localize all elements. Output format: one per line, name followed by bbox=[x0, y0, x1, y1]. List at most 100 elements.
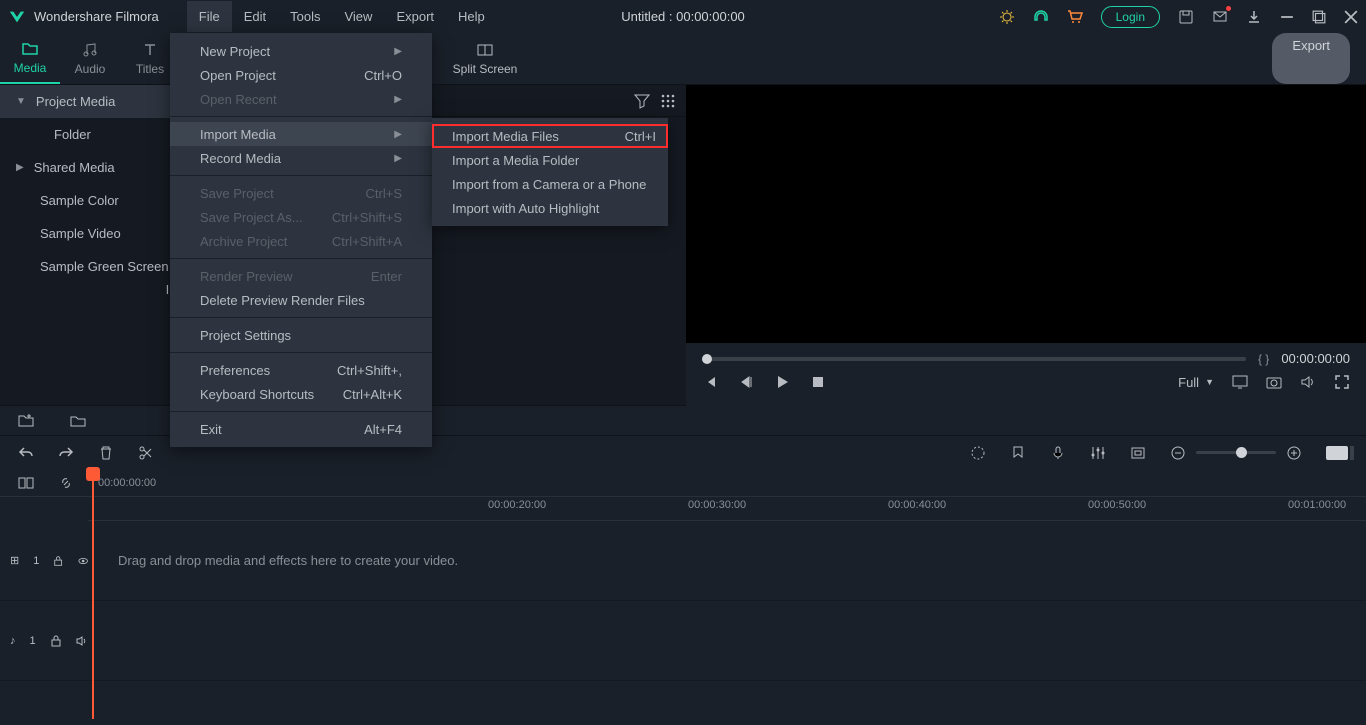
redo-button[interactable] bbox=[58, 445, 74, 461]
menu-delete-render-files[interactable]: Delete Preview Render Files bbox=[170, 288, 432, 312]
quality-label: Full bbox=[1178, 375, 1199, 390]
fullscreen-icon[interactable] bbox=[1334, 374, 1350, 390]
add-folder-icon[interactable] bbox=[18, 413, 34, 429]
close-button[interactable] bbox=[1344, 10, 1358, 24]
chevron-right-icon: ▶ bbox=[16, 162, 24, 173]
menu-save-project-as[interactable]: Save Project As...Ctrl+Shift+S bbox=[170, 205, 432, 229]
zoom-in-button[interactable] bbox=[1286, 445, 1302, 461]
menu-separator bbox=[170, 175, 432, 176]
play-button[interactable] bbox=[774, 374, 790, 390]
timeline-ruler[interactable]: 00:00:20:00 00:00:30:00 00:00:40:00 00:0… bbox=[88, 497, 1366, 521]
menu-edit[interactable]: Edit bbox=[232, 1, 278, 32]
submenu-arrow-icon: ▶ bbox=[394, 129, 402, 140]
scrub-slider[interactable] bbox=[702, 357, 1246, 361]
mute-icon[interactable] bbox=[76, 633, 88, 649]
zoom-out-button[interactable] bbox=[1170, 445, 1186, 461]
zoom-slider[interactable] bbox=[1196, 451, 1276, 454]
undo-button[interactable] bbox=[18, 445, 34, 461]
menu-export[interactable]: Export bbox=[384, 1, 446, 32]
submenu-arrow-icon: ▶ bbox=[394, 46, 402, 57]
menu-record-media[interactable]: Record Media▶ bbox=[170, 146, 432, 170]
tab-label: Titles bbox=[136, 62, 164, 76]
menu-archive-project[interactable]: Archive ProjectCtrl+Shift+A bbox=[170, 229, 432, 253]
filter-icon[interactable] bbox=[634, 93, 650, 109]
voiceover-icon[interactable] bbox=[1050, 445, 1066, 461]
login-button[interactable]: Login bbox=[1101, 6, 1160, 28]
track-body[interactable]: Drag and drop media and effects here to … bbox=[88, 521, 1366, 600]
tab-split-screen[interactable]: Split Screen bbox=[440, 33, 530, 84]
mixer-icon[interactable] bbox=[1090, 445, 1106, 461]
menu-separator bbox=[170, 116, 432, 117]
ruler-mark: 00:00:50:00 bbox=[1088, 499, 1146, 511]
download-icon[interactable] bbox=[1246, 9, 1262, 25]
sidebar-sample-video[interactable]: Sample Video bbox=[0, 217, 174, 250]
menu-file[interactable]: File bbox=[187, 1, 232, 32]
link-icon[interactable] bbox=[58, 475, 74, 491]
minimize-button[interactable] bbox=[1280, 10, 1294, 24]
match-frame-icon[interactable] bbox=[18, 475, 34, 491]
menu-tools[interactable]: Tools bbox=[278, 1, 332, 32]
render-icon[interactable] bbox=[970, 445, 986, 461]
chevron-down-icon: ▼ bbox=[16, 96, 26, 107]
sidebar-label: Shared Media bbox=[34, 160, 115, 175]
track-head: ♪1 bbox=[0, 633, 88, 649]
sidebar-folder[interactable]: Folder bbox=[0, 118, 174, 151]
display-icon[interactable] bbox=[1232, 374, 1248, 390]
prev-frame-button[interactable] bbox=[702, 374, 718, 390]
export-button[interactable]: Export bbox=[1272, 33, 1350, 84]
music-icon bbox=[82, 42, 98, 58]
submenu-arrow-icon: ▶ bbox=[394, 153, 402, 164]
playhead[interactable] bbox=[92, 469, 94, 719]
lock-icon[interactable] bbox=[53, 553, 63, 569]
maximize-button[interactable] bbox=[1312, 10, 1326, 24]
cart-icon[interactable] bbox=[1067, 9, 1083, 25]
open-folder-icon[interactable] bbox=[70, 413, 86, 429]
menu-open-project[interactable]: Open ProjectCtrl+O bbox=[170, 63, 432, 87]
thumbnail-toggle[interactable] bbox=[1326, 446, 1348, 460]
menu-new-project[interactable]: New Project▶ bbox=[170, 39, 432, 63]
support-icon[interactable] bbox=[1033, 9, 1049, 25]
delete-button[interactable] bbox=[98, 445, 114, 461]
grid-icon[interactable] bbox=[660, 93, 676, 109]
lock-icon[interactable] bbox=[50, 633, 62, 649]
preview-controls: { } 00:00:00:00 Full▼ bbox=[686, 343, 1366, 405]
menu-keyboard-shortcuts[interactable]: Keyboard ShortcutsCtrl+Alt+K bbox=[170, 382, 432, 406]
menu-exit[interactable]: ExitAlt+F4 bbox=[170, 417, 432, 441]
menu-import-media[interactable]: Import Media▶ bbox=[170, 122, 432, 146]
volume-icon[interactable] bbox=[1300, 374, 1316, 390]
sidebar-sample-color[interactable]: Sample Color bbox=[0, 184, 174, 217]
sidebar-sample-green-screen[interactable]: Sample Green Screen bbox=[0, 250, 174, 283]
quality-dropdown[interactable]: Full▼ bbox=[1178, 375, 1214, 390]
ruler-mark: 00:01:00:00 bbox=[1288, 499, 1346, 511]
sidebar-shared-media[interactable]: ▶ Shared Media bbox=[0, 151, 174, 184]
audio-track[interactable]: ♪1 bbox=[0, 601, 1366, 681]
tab-media[interactable]: Media bbox=[0, 33, 60, 84]
sidebar-project-media[interactable]: ▼Project Media bbox=[0, 85, 174, 118]
submenu-import-files[interactable]: Import Media FilesCtrl+I bbox=[432, 124, 668, 148]
menu-view[interactable]: View bbox=[332, 1, 384, 32]
app-title: Wondershare Filmora bbox=[34, 9, 159, 24]
marker-icon[interactable] bbox=[1010, 445, 1026, 461]
split-button[interactable] bbox=[138, 445, 154, 461]
step-back-button[interactable] bbox=[738, 374, 754, 390]
menu-project-settings[interactable]: Project Settings bbox=[170, 323, 432, 347]
video-track[interactable]: ⊞1 Drag and drop media and effects here … bbox=[0, 521, 1366, 601]
menu-render-preview[interactable]: Render PreviewEnter bbox=[170, 264, 432, 288]
stop-button[interactable] bbox=[810, 374, 826, 390]
preview-panel: { } 00:00:00:00 Full▼ bbox=[686, 85, 1366, 405]
menu-open-recent[interactable]: Open Recent▶ bbox=[170, 87, 432, 111]
submenu-import-highlight[interactable]: Import with Auto Highlight bbox=[432, 196, 668, 220]
tips-icon[interactable] bbox=[999, 9, 1015, 25]
menu-help[interactable]: Help bbox=[446, 1, 497, 32]
save-icon[interactable] bbox=[1178, 9, 1194, 25]
crop-icon[interactable] bbox=[1130, 445, 1146, 461]
submenu-import-folder[interactable]: Import a Media Folder bbox=[432, 148, 668, 172]
menu-save-project[interactable]: Save ProjectCtrl+S bbox=[170, 181, 432, 205]
submenu-import-camera[interactable]: Import from a Camera or a Phone bbox=[432, 172, 668, 196]
tab-audio[interactable]: Audio bbox=[60, 33, 120, 84]
message-icon[interactable] bbox=[1212, 9, 1228, 25]
snapshot-icon[interactable] bbox=[1266, 374, 1282, 390]
track-body[interactable] bbox=[88, 601, 1366, 680]
menu-preferences[interactable]: PreferencesCtrl+Shift+, bbox=[170, 358, 432, 382]
eye-icon[interactable] bbox=[78, 553, 88, 569]
